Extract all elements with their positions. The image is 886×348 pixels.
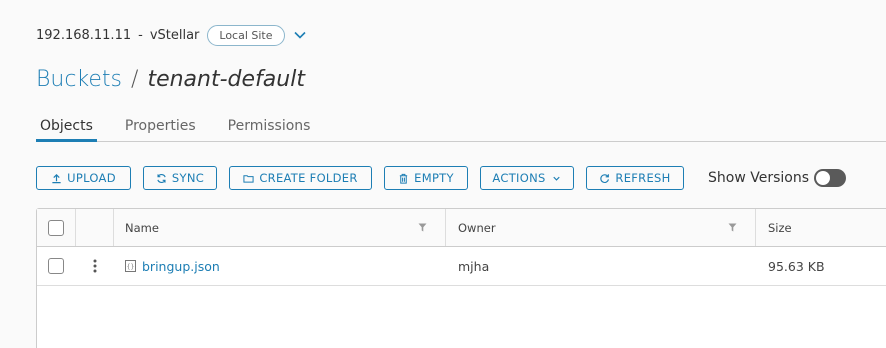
column-header-size[interactable]: Size	[756, 209, 886, 246]
object-owner: mjha	[458, 258, 490, 274]
tab-permissions[interactable]: Permissions	[224, 116, 315, 142]
table-header: Name Owner Size	[37, 209, 886, 247]
column-size-label: Size	[768, 220, 792, 235]
svg-text:{}: {}	[127, 264, 135, 271]
column-name-label: Name	[125, 220, 159, 235]
upload-button[interactable]: UPLOAD	[36, 166, 131, 190]
refresh-icon	[600, 173, 610, 183]
refresh-label: REFRESH	[615, 171, 671, 185]
object-link[interactable]: {} bringup.json	[125, 259, 220, 274]
trash-icon	[399, 173, 408, 184]
row-size-cell: 95.63 KB	[756, 247, 886, 285]
table-row[interactable]: {} bringup.json mjha 95.63 KB	[37, 247, 886, 286]
show-versions-toggle[interactable]	[814, 169, 847, 187]
empty-label: EMPTY	[414, 171, 454, 185]
system-name: vStellar	[149, 27, 200, 43]
chevron-down-icon	[552, 176, 560, 181]
create-folder-label: CREATE FOLDER	[259, 171, 358, 185]
upload-icon	[52, 173, 61, 183]
row-owner-cell: mjha	[446, 247, 756, 285]
filter-icon[interactable]	[728, 221, 737, 235]
breadcrumb-current: tenant-default	[147, 67, 305, 92]
breadcrumb-separator: /	[131, 67, 139, 92]
create-folder-button[interactable]: CREATE FOLDER	[229, 166, 372, 190]
select-all-cell	[37, 209, 76, 246]
actions-column-header	[76, 209, 114, 246]
filter-icon[interactable]	[418, 221, 427, 235]
sync-button[interactable]: SYNC	[143, 166, 217, 190]
show-versions-label: Show Versions	[708, 170, 810, 186]
actions-dropdown[interactable]: ACTIONS	[480, 166, 574, 190]
empty-button[interactable]: EMPTY	[384, 166, 468, 190]
refresh-button[interactable]: REFRESH	[586, 166, 684, 190]
column-owner-label: Owner	[458, 220, 496, 235]
site-badge: Local Site	[207, 24, 285, 46]
page-title: Buckets / tenant-default	[36, 67, 305, 92]
row-checkbox[interactable]	[48, 258, 64, 274]
actions-label: ACTIONS	[492, 171, 546, 185]
toggle-knob	[816, 171, 831, 185]
row-actions-menu[interactable]	[76, 259, 114, 273]
site-header: 192.168.11.11 - vStellar Local Site	[36, 24, 307, 46]
sync-label: SYNC	[171, 171, 205, 185]
upload-label: UPLOAD	[67, 171, 116, 185]
host-address: 192.168.11.11	[36, 27, 132, 43]
sync-icon	[157, 173, 166, 183]
row-name-cell: {} bringup.json	[114, 247, 446, 285]
tab-properties[interactable]: Properties	[121, 116, 200, 142]
breadcrumb-buckets-link[interactable]: Buckets	[36, 67, 122, 92]
host-separator: -	[138, 27, 143, 43]
chevron-down-icon[interactable]	[293, 28, 307, 42]
row-select-cell	[37, 247, 76, 285]
column-header-owner[interactable]: Owner	[446, 209, 756, 246]
kebab-menu-icon	[93, 259, 97, 273]
tab-objects[interactable]: Objects	[36, 116, 97, 142]
column-header-name[interactable]: Name	[114, 209, 446, 246]
select-all-checkbox[interactable]	[48, 219, 64, 236]
show-versions-control: Show Versions	[708, 169, 847, 187]
object-name: bringup.json	[142, 258, 220, 274]
folder-icon	[243, 174, 254, 183]
toolbar: UPLOAD SYNC CREATE FOLDER EMPTY ACTIONS …	[36, 166, 847, 190]
objects-table: Name Owner Size {} bringup.json mjha 95.…	[36, 208, 886, 348]
object-size: 95.63 KB	[768, 258, 825, 274]
tab-bar: Objects Properties Permissions	[36, 116, 886, 142]
json-file-icon: {}	[125, 260, 136, 272]
